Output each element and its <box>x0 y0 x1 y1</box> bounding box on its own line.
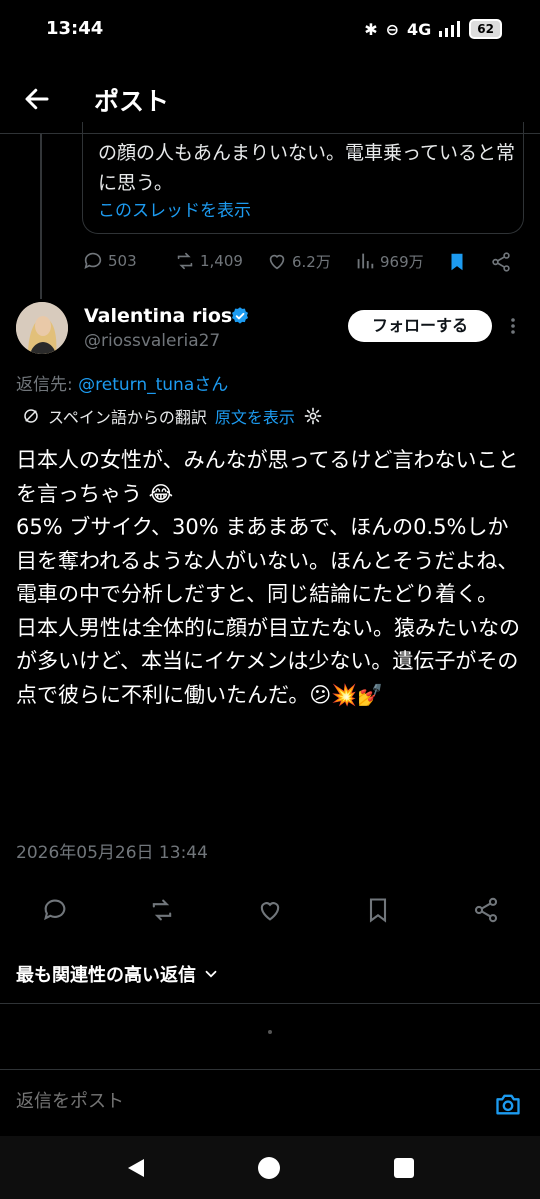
post-body: 日本人の女性が、みんなが思ってるけど言わないことを言っちゃう 😂 65% ブサイ… <box>16 444 528 712</box>
replies-sort-dropdown[interactable]: 最も関連性の高い返信 <box>16 961 220 987</box>
author-handle[interactable]: @riossvaleria27 <box>84 331 220 351</box>
translation-row: スペイン語からの翻訳 原文を表示 <box>22 404 323 428</box>
prev-like-count: 6.2万 <box>292 252 331 271</box>
heart-icon <box>269 254 285 270</box>
battery-indicator: 62 <box>469 19 502 39</box>
heart-icon[interactable] <box>256 896 284 924</box>
prev-views-button[interactable]: 969万 <box>354 250 424 272</box>
nav-back-icon[interactable] <box>124 1156 148 1180</box>
bookmark-filled-icon[interactable] <box>446 251 468 273</box>
post-text: 日本人の女性が、みんなが思ってるけど言わないことを言っちゃう 😂 65% ブサイ… <box>16 448 520 707</box>
dnd-icon: ⊖ <box>385 19 400 39</box>
share-icon[interactable] <box>490 251 512 273</box>
nav-recents-icon[interactable] <box>394 1158 414 1178</box>
post-timestamp[interactable]: 2026年05月26日 13:44 <box>16 838 208 863</box>
show-thread-link[interactable]: このスレッドを表示 <box>98 196 251 221</box>
views-icon <box>357 253 374 269</box>
share-icon[interactable] <box>472 896 500 924</box>
prev-like-button[interactable]: 6.2万 <box>266 250 331 272</box>
more-options-icon[interactable] <box>505 314 521 338</box>
status-indicators: ✱ ⊖ 4G 62 <box>364 19 502 39</box>
divider <box>0 1003 540 1004</box>
gear-icon[interactable] <box>303 406 323 426</box>
status-bar: 13:44 ✱ ⊖ 4G 62 <box>0 0 540 62</box>
author-name[interactable]: Valentina rios <box>84 305 232 327</box>
show-original-link[interactable]: 原文を表示 <box>215 404 295 428</box>
prev-view-count: 969万 <box>380 252 424 271</box>
back-arrow-icon[interactable] <box>22 84 52 114</box>
repost-icon[interactable] <box>148 896 176 924</box>
replies-sort-label: 最も関連性の高い返信 <box>16 965 196 986</box>
signal-icon <box>439 21 461 37</box>
avatar[interactable] <box>16 302 68 354</box>
quoted-post-text: の顔の人もあんまりいない。電車乗っていると常に思う。 <box>98 142 516 194</box>
reply-to-prefix: 返信先: <box>16 375 79 395</box>
verified-badge-icon <box>232 307 248 324</box>
translation-label: スペイン語からの翻訳 <box>48 408 207 427</box>
loading-indicator <box>268 1030 272 1034</box>
translate-icon <box>24 409 38 423</box>
page-title: ポスト <box>94 87 170 116</box>
bookmark-icon[interactable] <box>364 896 392 924</box>
prev-repost-button[interactable]: 1,409 <box>174 250 243 272</box>
repost-icon <box>177 252 193 270</box>
prev-reply-count: 503 <box>108 252 137 270</box>
divider <box>0 1069 540 1070</box>
status-time: 13:44 <box>46 18 104 39</box>
reply-icon[interactable] <box>41 896 69 924</box>
reply-to-line: 返信先: @return_tunaさん <box>16 370 228 395</box>
chevron-down-icon <box>205 970 217 978</box>
follow-button[interactable]: フォローする <box>348 310 492 342</box>
prev-repost-count: 1,409 <box>200 252 243 270</box>
reply-input[interactable] <box>16 1091 476 1112</box>
bluetooth-icon: ✱ <box>364 19 378 39</box>
avatar-image <box>16 302 68 354</box>
reply-icon <box>84 252 102 269</box>
network-label: 4G <box>407 19 432 39</box>
thread-connector <box>40 134 42 299</box>
prev-reply-button[interactable]: 503 <box>82 250 137 272</box>
reply-to-user-link[interactable]: @return_tunaさん <box>78 375 228 395</box>
camera-icon[interactable] <box>494 1090 522 1118</box>
nav-home-icon[interactable] <box>258 1157 280 1179</box>
